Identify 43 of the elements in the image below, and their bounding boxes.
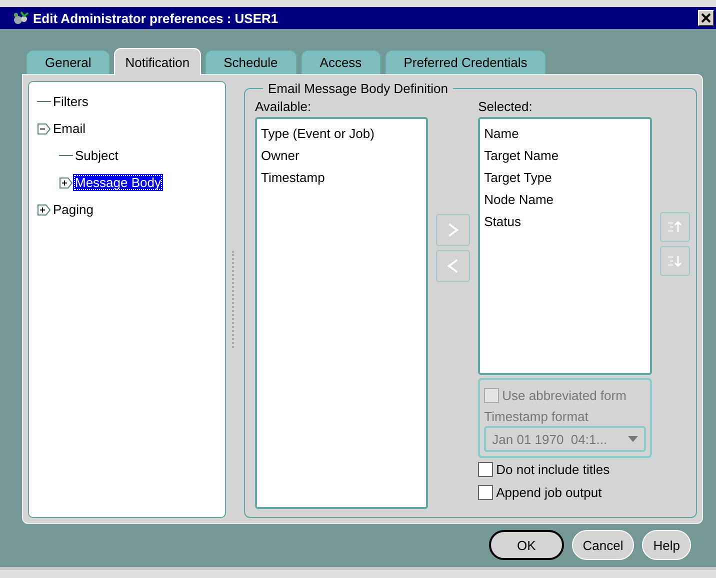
window-title: Edit Administrator preferences : USER1: [33, 10, 280, 26]
dialog-button[interactable]: Cancel: [572, 530, 634, 560]
field-label: Timestamp format: [484, 409, 590, 424]
tree-item[interactable]: Message Body: [73, 174, 163, 191]
selected-list[interactable]: Name Target Name Target Type Node Name Status: [478, 117, 652, 375]
tab[interactable]: Notification: [114, 48, 201, 75]
list-item[interactable]: Type (Event or Job): [261, 123, 422, 145]
list-item[interactable]: Name: [484, 123, 646, 145]
group-title: Email Message Body Definition: [267, 81, 449, 96]
dialog-button[interactable]: OK: [488, 530, 564, 560]
dialog-button[interactable]: Help: [642, 530, 691, 560]
list-item[interactable]: Target Name: [484, 145, 646, 167]
checkbox-label: Use abbreviated form: [502, 388, 626, 403]
list-item[interactable]: Timestamp: [261, 167, 422, 189]
checkbox-label: Do not include titles: [496, 462, 610, 477]
checkbox[interactable]: [478, 485, 494, 500]
dropdown-arrow-icon: [628, 436, 638, 442]
tree-item[interactable]: Email: [51, 120, 88, 137]
chevron-right-icon: [447, 223, 460, 237]
list-item[interactable]: Status: [484, 211, 646, 233]
tab[interactable]: Schedule: [204, 50, 297, 74]
checkbox-label: Append job output: [496, 485, 602, 500]
app-icon: [12, 10, 30, 26]
list-item[interactable]: Node Name: [484, 189, 646, 211]
tab[interactable]: Preferred Credentials: [384, 50, 546, 74]
close-button[interactable]: [698, 10, 714, 26]
chevron-left-icon: [447, 259, 460, 273]
list-item[interactable]: Target Type: [484, 167, 646, 189]
list-item[interactable]: Owner: [261, 145, 422, 167]
tab[interactable]: Access: [300, 50, 381, 74]
checkbox[interactable]: [478, 462, 494, 477]
tree-item[interactable]: Filters: [51, 93, 90, 110]
tab[interactable]: General: [26, 50, 110, 74]
list-label: Selected:: [478, 98, 534, 114]
collapse-icon[interactable]: [37, 122, 51, 134]
available-list[interactable]: Type (Event or Job) Owner Timestamp: [255, 117, 428, 509]
move-down-icon: [667, 254, 684, 268]
expand-icon[interactable]: [37, 204, 51, 216]
list-label: Available:: [255, 98, 312, 114]
move-up-icon: [667, 220, 684, 234]
tree-item[interactable]: Paging: [51, 201, 96, 218]
expand-icon[interactable]: [59, 176, 73, 188]
tree-item[interactable]: Subject: [73, 147, 120, 164]
